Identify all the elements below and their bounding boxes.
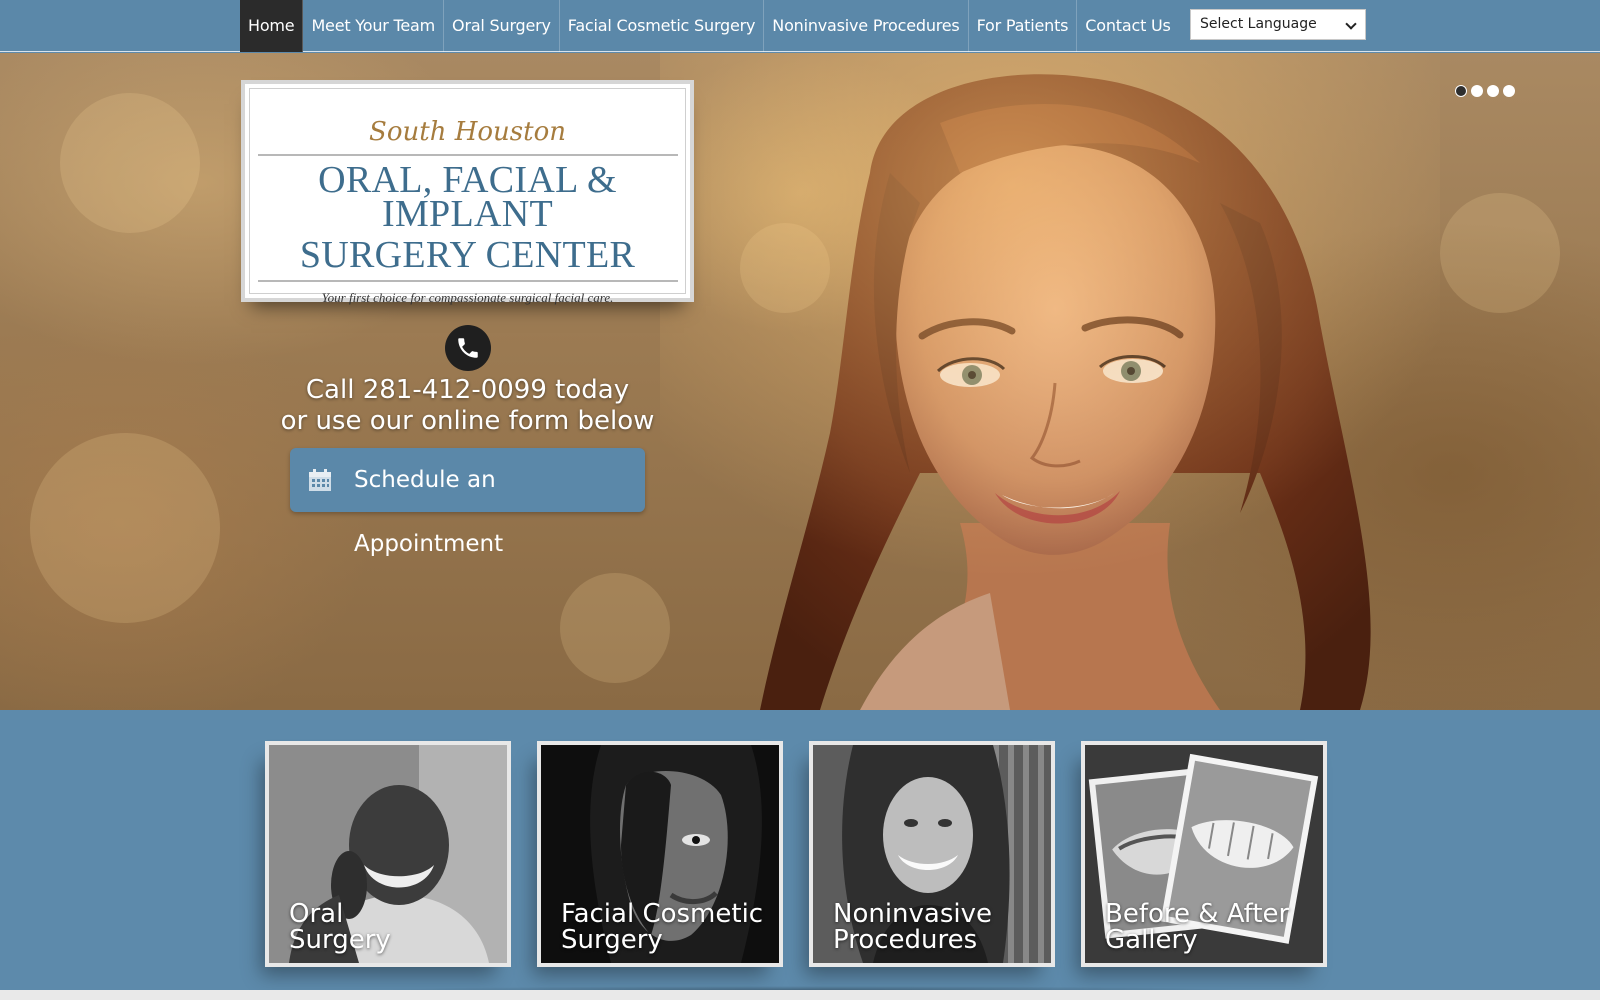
tile-label-line: Procedures [833,925,978,955]
tile-oral-surgery-label: Oral Surgery [289,901,391,953]
logo-divider [257,154,678,156]
tile-label-line: Gallery [1105,925,1198,955]
slider-dot[interactable] [1471,85,1483,97]
schedule-appointment-button[interactable]: Schedule an Appointment [290,448,645,557]
slider-dot[interactable] [1503,85,1515,97]
tile-label-line: Before & After [1105,899,1290,929]
tile-oral-surgery[interactable]: Oral Surgery [265,741,511,967]
nav-item-for-patients[interactable]: For Patients [969,0,1078,52]
tile-label-line: Surgery [561,925,663,955]
services-band [0,710,1600,990]
schedule-appointment-label: Schedule an Appointment [354,467,504,557]
tile-label-line: Oral [289,899,344,929]
hero-banner: South Houston ORAL, FACIAL & IMPLANT SUR… [0,53,1600,710]
call-phone-line: Call 281-412-0099 today [305,375,630,405]
logo-divider [257,280,678,282]
chevron-down-icon [1345,18,1357,30]
bokeh-light [560,573,670,683]
footer-strip [0,990,1600,1000]
tile-label-line: Noninvasive [833,899,993,929]
bokeh-light [60,93,200,233]
nav-item-contact-us[interactable]: Contact Us [1077,0,1178,52]
logo-title-line1: ORAL, FACIAL & IMPLANT [318,159,617,235]
slider-dot[interactable] [1487,85,1499,97]
practice-logo[interactable]: South Houston ORAL, FACIAL & IMPLANT SUR… [241,80,694,305]
tile-label-line: Surgery [289,925,391,955]
bokeh-light [30,433,220,623]
logo-title-line2: SURGERY CENTER [299,234,636,276]
call-to-action-text: Call 281-412-0099 today or use our onlin… [240,375,695,437]
nav-item-meet-your-team[interactable]: Meet Your Team [303,0,445,52]
bokeh-light [1440,193,1560,313]
tile-noninvasive-procedures-label: Noninvasive Procedures [833,901,992,953]
top-navigation-bar: Home Meet Your Team Oral Surgery Facial … [0,0,1600,52]
logo-script-text: South Houston [369,117,566,147]
language-select-value: Select Language [1200,16,1317,32]
phone-icon [445,325,491,371]
tile-label-line: Facial Cosmetic [561,899,764,929]
nav-item-oral-surgery[interactable]: Oral Surgery [444,0,560,52]
call-form-line: or use our online form below [280,406,655,436]
tile-before-after-gallery-label: Before & After Gallery [1105,901,1289,953]
nav-item-home[interactable]: Home [240,0,304,52]
tile-before-after-gallery[interactable]: Before & After Gallery [1081,741,1327,967]
hero-woman-photo [660,53,1440,710]
tile-noninvasive-procedures[interactable]: Noninvasive Procedures [809,741,1055,967]
nav-menu: Home Meet Your Team Oral Surgery Facial … [240,0,1179,52]
logo-tagline: Your first choice for compassionate surg… [321,290,614,305]
nav-item-facial-cosmetic-surgery[interactable]: Facial Cosmetic Surgery [560,0,765,52]
slider-dot[interactable] [1455,85,1467,97]
tile-facial-cosmetic-surgery[interactable]: Facial Cosmetic Surgery [537,741,783,967]
tile-facial-cosmetic-surgery-label: Facial Cosmetic Surgery [561,901,763,953]
calendar-icon [309,469,331,491]
language-select[interactable]: Select Language [1190,9,1366,40]
slider-pagination [1455,85,1515,97]
nav-item-noninvasive-procedures[interactable]: Noninvasive Procedures [764,0,969,52]
